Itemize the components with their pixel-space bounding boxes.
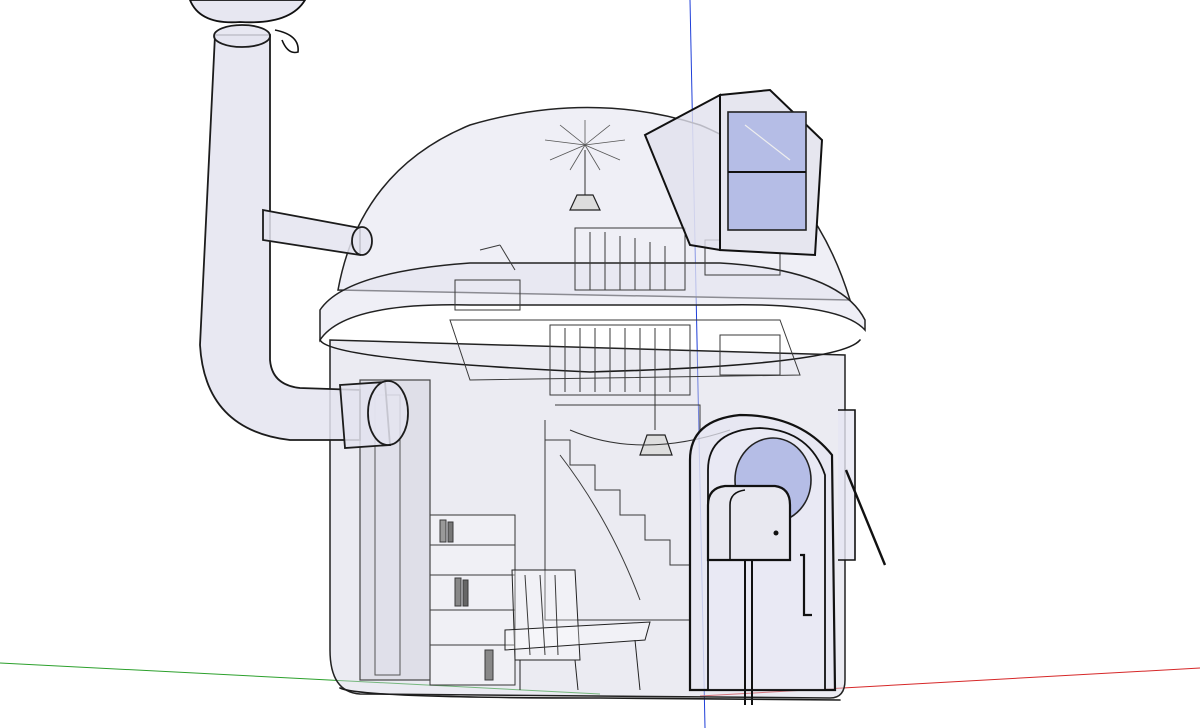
scene-canvas[interactable] bbox=[0, 0, 1200, 728]
dome-house-model[interactable] bbox=[189, 0, 887, 705]
modeling-viewport[interactable] bbox=[0, 0, 1200, 728]
pipe-cap bbox=[189, 0, 307, 24]
bookshelf bbox=[429, 514, 516, 686]
